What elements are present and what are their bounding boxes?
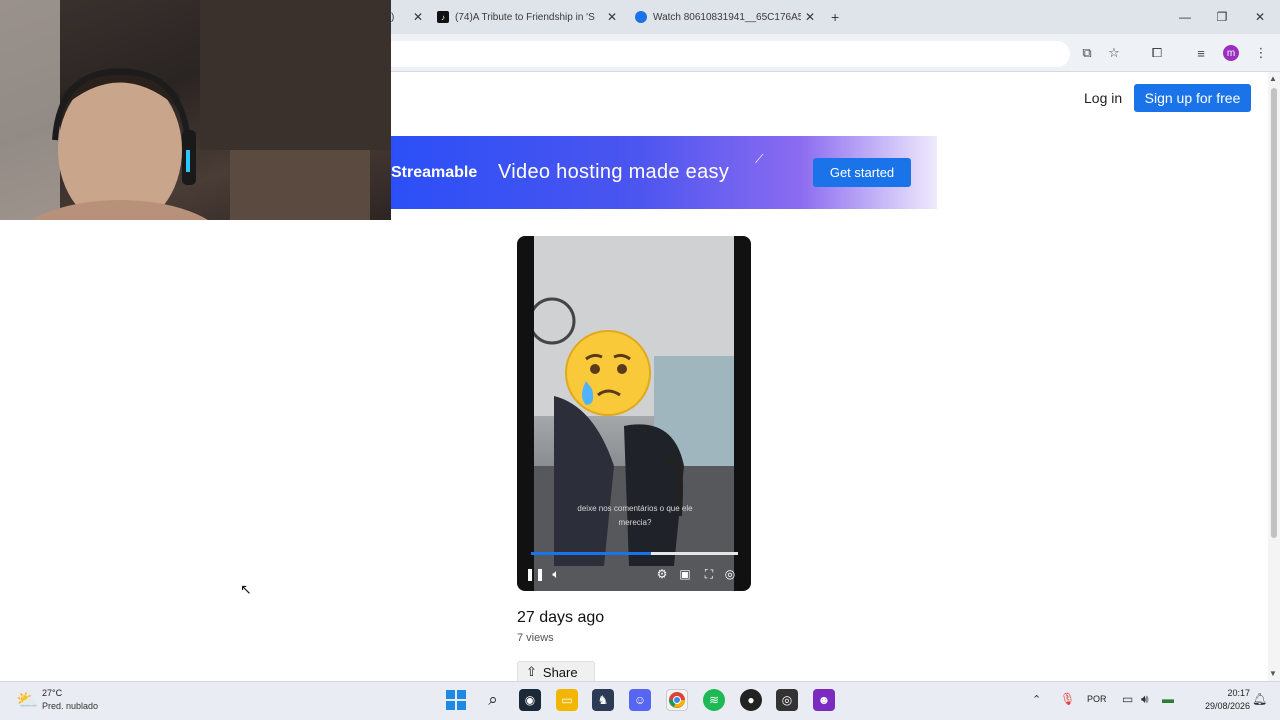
profile-initial: m [1223,45,1239,61]
steam-icon[interactable]: ◉ [519,689,541,711]
sparkle-icon: ⟋ [755,152,764,166]
scroll-down-icon[interactable]: ▼ [1269,669,1277,678]
more-menu-icon[interactable]: ⋮ [1252,44,1270,62]
webcam-overlay [0,0,391,220]
tab-tiktok-label: (74)A Tribute to Friendship in 'S [455,11,595,23]
discord-icon[interactable]: ☺ [629,689,651,711]
close-window-icon[interactable]: ✕ [1251,8,1269,26]
input-language[interactable]: POR [1087,694,1107,704]
file-explorer-icon[interactable]: ▭ [556,689,578,711]
clock-time[interactable]: 20:17 [1214,688,1250,698]
tab-tiktok[interactable]: ♪ (74)A Tribute to Friendship in 'S ✕ [437,5,621,29]
video-subtitle: deixe nos comentários o que ele merecia? [550,502,720,530]
scrollbar-thumb[interactable] [1271,88,1277,538]
windows-start-icon[interactable] [445,689,467,711]
volume-icon[interactable]: 🔈︎ [548,566,564,582]
close-tab-icon[interactable]: ✕ [603,10,621,24]
battery-icon[interactable]: ▬ [1162,692,1174,706]
mouse-cursor-icon: ↖ [240,581,252,597]
close-tab-icon[interactable]: ✕ [409,10,427,24]
obs-icon[interactable]: ◎ [776,689,798,711]
video-subtitle-line: deixe nos comentários o que ele [577,504,693,513]
translate-icon[interactable]: ⧉ [1078,44,1096,62]
banner-headline: Video hosting made easy [498,161,730,183]
weather-temperature[interactable]: 27°C [42,688,62,698]
notification-bell-icon[interactable]: 🔔︎ [1252,692,1267,706]
restore-icon[interactable]: ❐ [1213,8,1231,26]
login-link[interactable]: Log in [1084,90,1122,106]
settings-gear-icon[interactable]: ⚙ [654,566,670,582]
tab-partial[interactable]: ) ✕ [391,5,427,29]
webcam-feed-image [0,0,391,220]
extensions-icon[interactable]: ⧠ [1148,44,1166,62]
tab-streamable-label: Watch 80610831941__65C176A5 [653,11,801,23]
star-icon[interactable]: ☆ [1105,44,1123,62]
fullscreen-icon[interactable]: ⛶ [701,566,717,582]
new-tab-button[interactable]: + [831,5,847,29]
crying-face-emoji [564,329,652,417]
tray-overflow-icon[interactable]: ⌃ [1032,693,1041,706]
streamable-icon [635,11,647,23]
view-count: 7 views [517,632,554,644]
weather-icon[interactable]: ⛅ [16,690,38,711]
picture-in-picture-icon[interactable]: ▣ [677,566,693,582]
pause-icon[interactable]: ❚❚ [525,566,545,582]
scroll-up-icon[interactable]: ▲ [1269,74,1277,83]
share-label: Share [542,664,578,680]
tab-streamable[interactable]: Watch 80610831941__65C176A5 ✕ [635,5,819,29]
upload-date: 27 days ago [517,609,605,626]
app-purple-icon[interactable]: ☻ [813,689,835,711]
minimize-icon[interactable]: — [1176,8,1194,26]
clock-date[interactable]: 29/08/2026 [1192,701,1250,711]
media-control-icon[interactable]: ≡ [1192,44,1210,62]
speaker-icon[interactable]: 🔊︎ [1141,692,1149,707]
spotify-icon[interactable]: ≋ [703,689,725,711]
get-started-button[interactable]: Get started [813,158,911,187]
app-circle-icon[interactable]: ● [740,689,762,711]
microphone-icon[interactable]: 🎙︎ [1060,692,1075,706]
video-subtitle-line: merecia? [618,518,652,527]
chrome-icon[interactable] [666,689,688,711]
tiktok-icon: ♪ [437,11,449,23]
share-icon: ⇧ [526,664,537,679]
network-icon[interactable]: ▭ [1122,692,1133,706]
close-tab-icon[interactable]: ✕ [801,10,819,24]
share-button[interactable]: ⇧ Share [517,661,595,683]
weather-description[interactable]: Pred. nublado [42,701,98,711]
app-shield-icon[interactable]: ♞ [592,689,614,711]
banner-logo-text: Streamable [391,164,478,181]
profile-avatar-icon[interactable]: m [1222,44,1240,62]
streamable-logo-icon[interactable]: ◎ [722,566,738,582]
signup-button[interactable]: Sign up for free [1134,84,1251,112]
search-icon[interactable]: ⌕ [482,689,504,711]
video-progress-fill [531,552,652,555]
